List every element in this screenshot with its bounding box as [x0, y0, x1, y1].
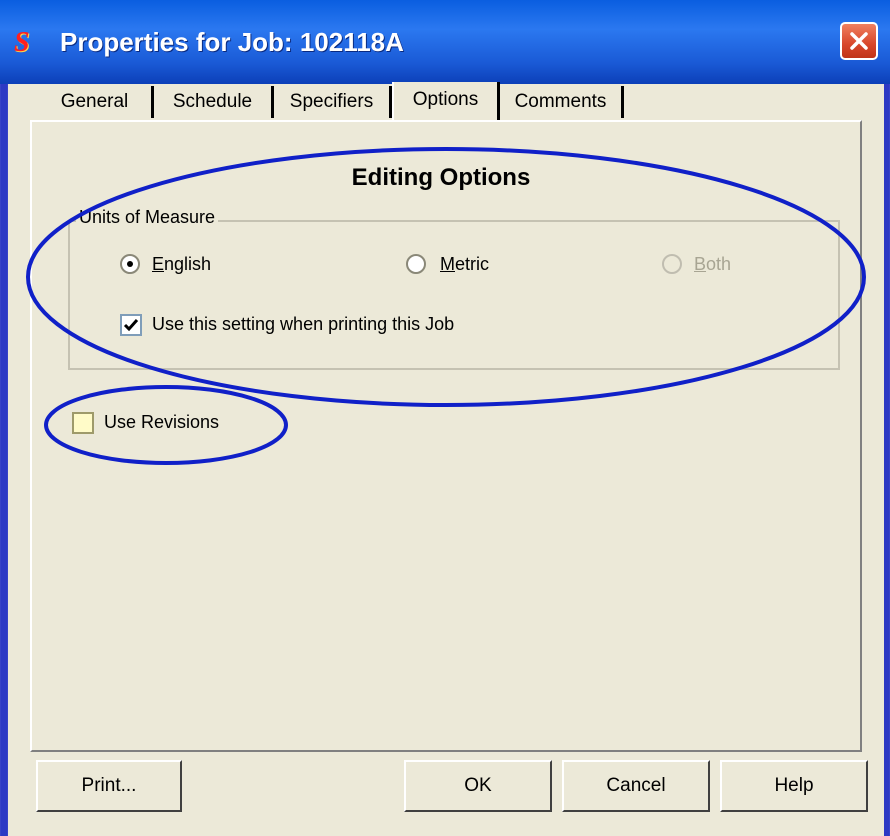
annotation-overlay — [26, 147, 866, 465]
tab-options[interactable]: Options — [392, 82, 500, 120]
use-revisions-highlight-ellipse — [44, 385, 288, 465]
editing-options-highlight-ellipse — [26, 147, 866, 407]
